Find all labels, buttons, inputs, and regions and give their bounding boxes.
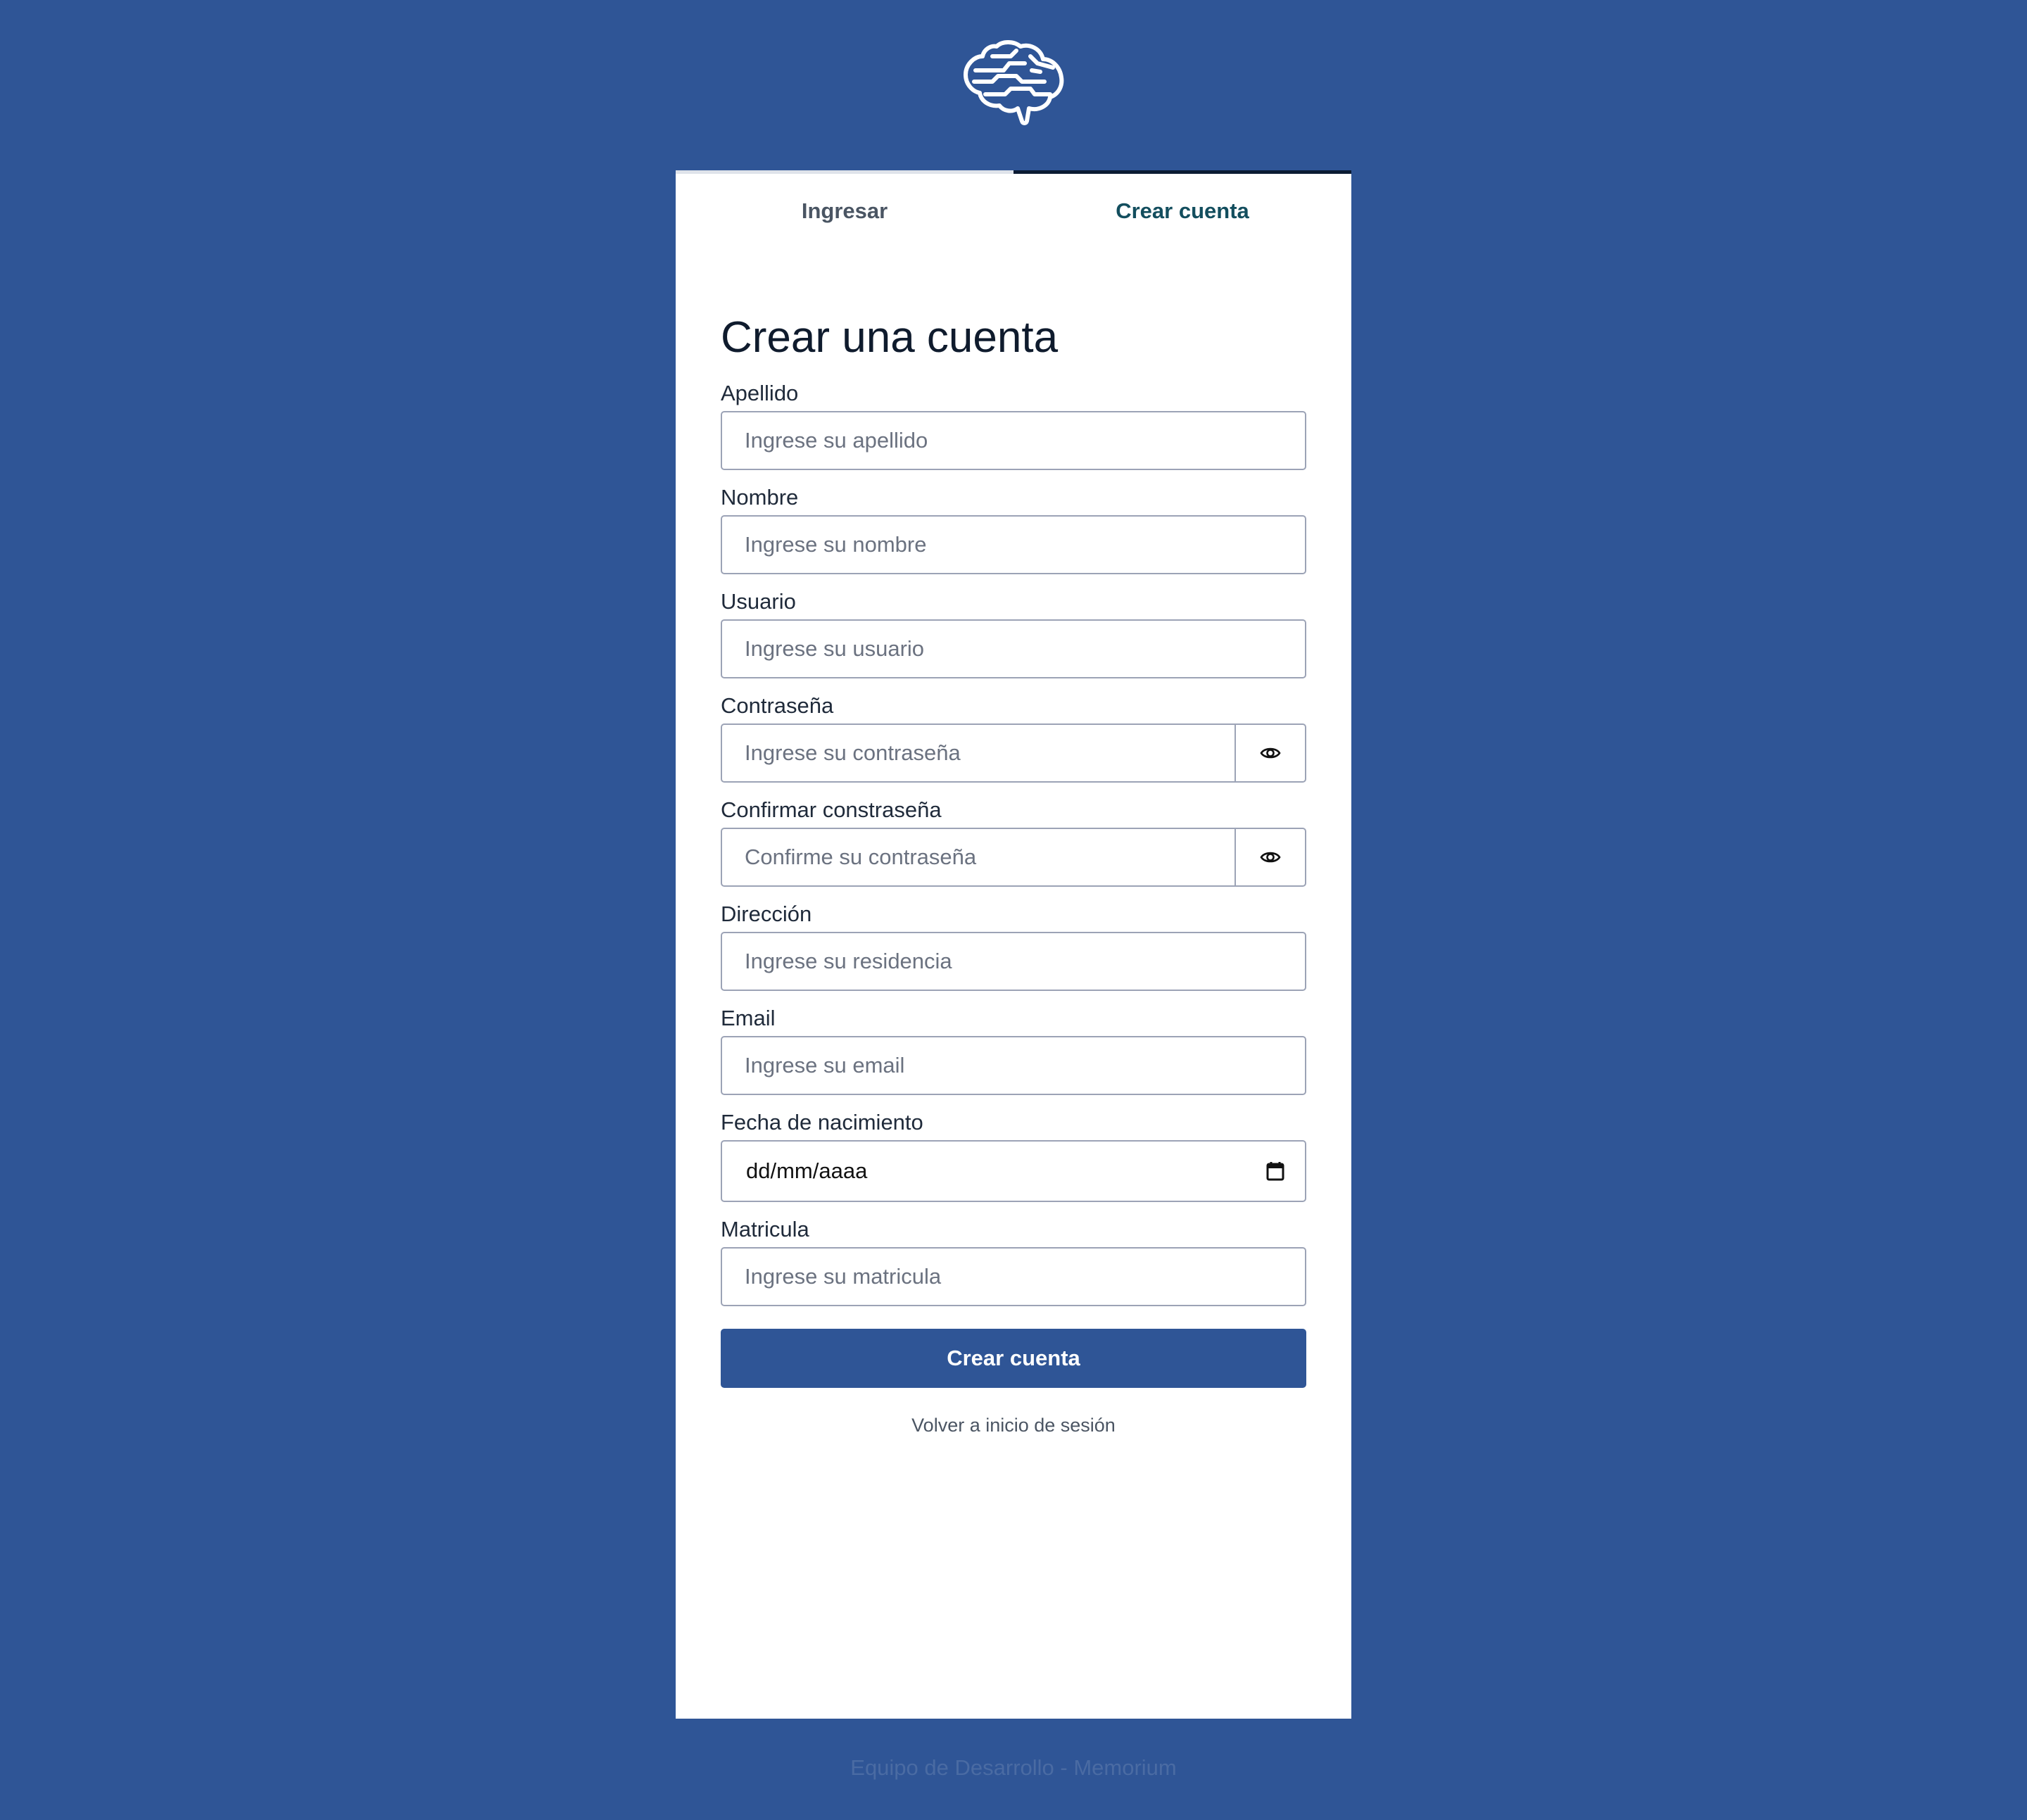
confirm-password-toggle-button[interactable] xyxy=(1234,829,1305,885)
email-label: Email xyxy=(721,1006,776,1030)
usuario-input-wrapper xyxy=(721,619,1306,678)
email-field: Email xyxy=(721,1001,1306,1095)
create-account-button[interactable]: Crear cuenta xyxy=(721,1329,1306,1388)
direccion-input-wrapper xyxy=(721,932,1306,991)
calendar-icon[interactable] xyxy=(1246,1161,1305,1182)
nombre-input[interactable] xyxy=(722,517,1305,573)
footer-text: Equipo de Desarrollo - Memorium xyxy=(850,1755,1177,1780)
usuario-label: Usuario xyxy=(721,589,796,614)
confirm-password-label: Confirmar constraseña xyxy=(721,797,942,822)
apellido-field: Apellido xyxy=(721,376,1306,470)
eye-icon xyxy=(1260,852,1281,863)
direccion-label: Dirección xyxy=(721,902,812,926)
usuario-field: Usuario xyxy=(721,584,1306,678)
tab-register[interactable]: Crear cuenta xyxy=(1014,170,1351,248)
matricula-label: Matricula xyxy=(721,1217,809,1241)
register-form: Crear una cuenta Apellido Nombre Usuario… xyxy=(721,304,1306,1436)
fecha-label: Fecha de nacimiento xyxy=(721,1110,923,1135)
back-to-login-link[interactable]: Volver a inicio de sesión xyxy=(721,1415,1306,1436)
fecha-input[interactable]: dd/mm/aaaa xyxy=(721,1140,1306,1202)
confirm-password-input[interactable] xyxy=(722,829,1234,885)
matricula-field: Matricula xyxy=(721,1212,1306,1306)
brain-icon xyxy=(964,40,1064,125)
matricula-input[interactable] xyxy=(722,1249,1305,1305)
auth-tabs: Ingresar Crear cuenta xyxy=(676,170,1351,248)
nombre-label: Nombre xyxy=(721,485,799,510)
apellido-label: Apellido xyxy=(721,381,799,405)
email-input-wrapper xyxy=(721,1036,1306,1095)
fecha-value: dd/mm/aaaa xyxy=(746,1158,868,1183)
usuario-input[interactable] xyxy=(722,621,1305,677)
eye-icon xyxy=(1260,747,1281,759)
tab-login[interactable]: Ingresar xyxy=(676,170,1014,248)
auth-card: Ingresar Crear cuenta Crear una cuenta A… xyxy=(676,170,1351,1719)
confirm-password-field: Confirmar constraseña xyxy=(721,792,1306,887)
apellido-input[interactable] xyxy=(722,412,1305,469)
password-field: Contraseña xyxy=(721,688,1306,783)
page-title: Crear una cuenta xyxy=(721,313,1059,362)
email-input[interactable] xyxy=(722,1037,1305,1094)
matricula-input-wrapper xyxy=(721,1247,1306,1306)
fecha-field: Fecha de nacimiento dd/mm/aaaa xyxy=(721,1105,1306,1202)
password-toggle-button[interactable] xyxy=(1234,725,1305,781)
confirm-password-input-wrapper xyxy=(721,828,1306,887)
password-input[interactable] xyxy=(722,725,1234,781)
direccion-input[interactable] xyxy=(722,933,1305,990)
password-input-wrapper xyxy=(721,723,1306,783)
direccion-field: Dirección xyxy=(721,897,1306,991)
nombre-input-wrapper xyxy=(721,515,1306,574)
nombre-field: Nombre xyxy=(721,480,1306,574)
password-label: Contraseña xyxy=(721,693,834,718)
apellido-input-wrapper xyxy=(721,411,1306,470)
